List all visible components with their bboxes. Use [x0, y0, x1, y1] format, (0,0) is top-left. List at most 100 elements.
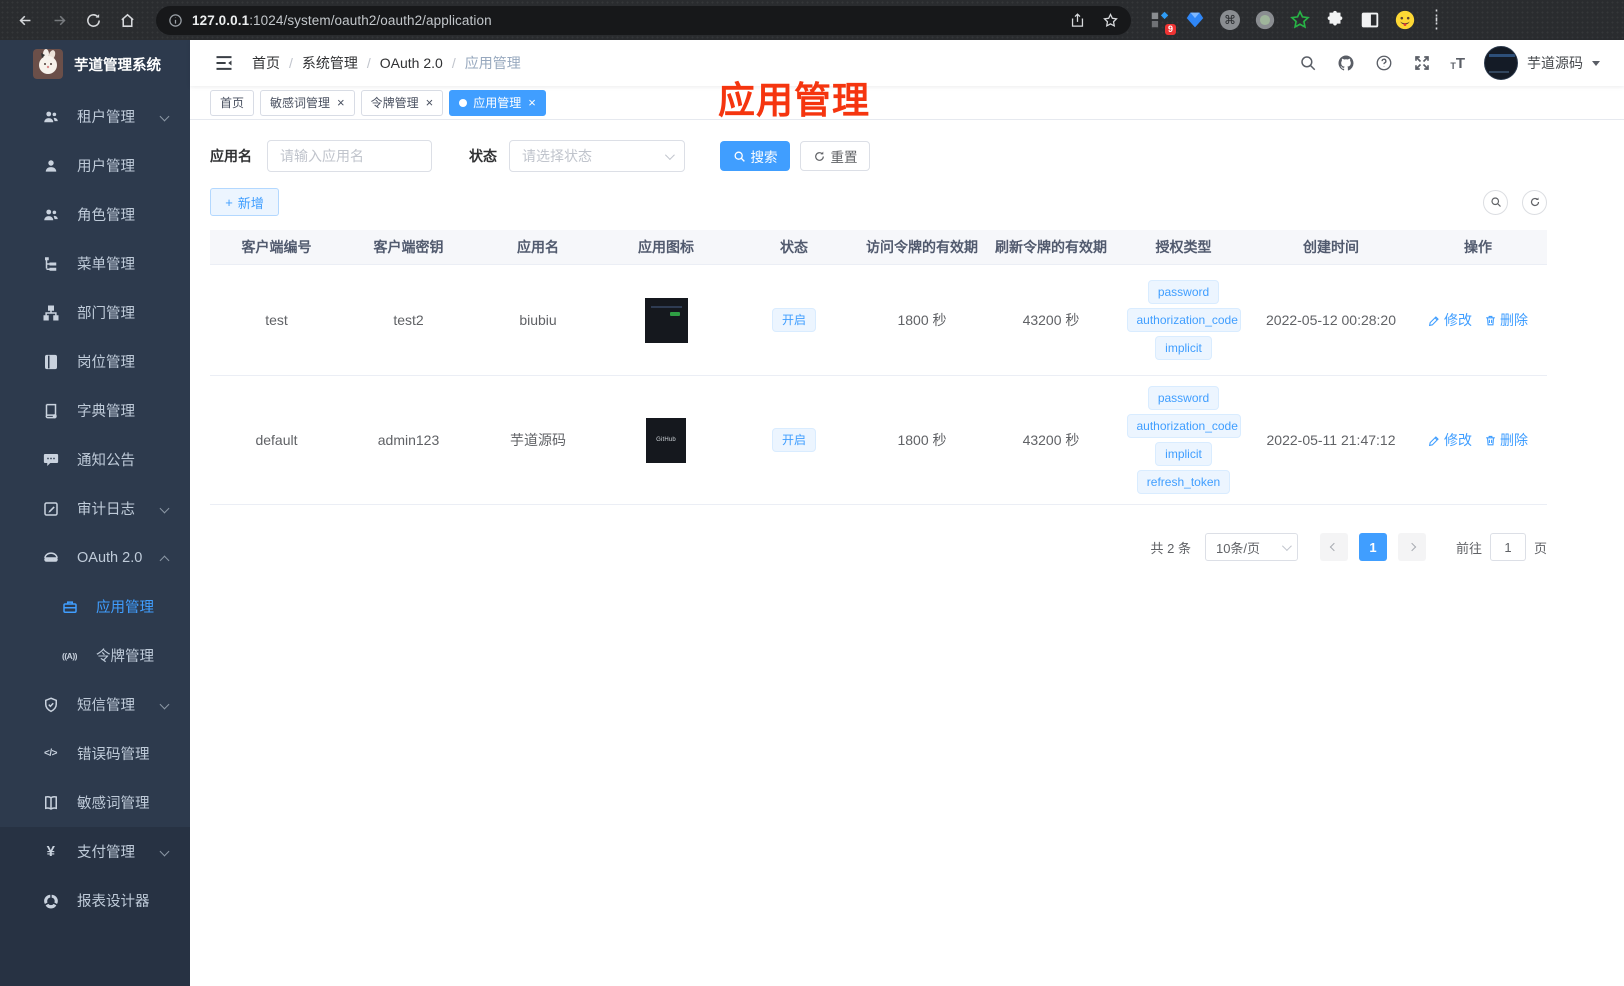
search-icon[interactable] [1298, 54, 1317, 73]
delete-link[interactable]: 删除 [1484, 430, 1528, 450]
goto-page-input[interactable] [1489, 533, 1526, 561]
dict-icon [41, 401, 60, 420]
column-header: 刷新令牌的有效期 [995, 239, 1107, 255]
tab-app[interactable]: 应用管理 × [449, 89, 546, 116]
page-size-select[interactable]: 10条/页 [1204, 533, 1298, 561]
page-number-current[interactable]: 1 [1358, 533, 1387, 561]
sidebar-item-report[interactable]: 报表设计器 [0, 876, 190, 925]
table-header-row: 客户端编号 客户端密钥 应用名 应用图标 状态 访问令牌的有效期 刷新令牌的有效期 授权类型 创… [210, 230, 1547, 265]
browser-reload-icon[interactable] [78, 5, 108, 35]
chevron-down-icon [159, 503, 170, 514]
status-select[interactable]: 请选择状态 [509, 140, 685, 172]
app-icon-github: GitHub [646, 417, 686, 463]
app-name-input[interactable] [267, 140, 432, 172]
trash-icon [1486, 435, 1495, 445]
prev-page-button[interactable] [1319, 533, 1348, 561]
cell-app-icon [602, 265, 730, 375]
sidebar-item-label: 字典管理 [77, 404, 135, 420]
browser-menu-icon[interactable]: ⋮ ⋮ [1429, 8, 1444, 31]
breadcrumb-item[interactable]: 系统管理 [302, 53, 358, 73]
extension-record-icon[interactable] [1254, 9, 1276, 31]
sidebar-item-errcode[interactable]: </> 错误码管理 [0, 729, 190, 778]
profile-avatar-icon[interactable] [1394, 9, 1416, 31]
status-tag: 开启 [771, 428, 816, 452]
sidebar-item-dict[interactable]: 字典管理 [0, 386, 190, 435]
tab-home[interactable]: 首页 [210, 89, 255, 116]
column-header: 创建时间 [1303, 239, 1359, 255]
side-panel-icon[interactable] [1359, 9, 1381, 31]
chevron-left-icon [1329, 542, 1339, 552]
add-button[interactable]: + 新增 [210, 188, 279, 216]
collapse-sidebar-icon[interactable] [214, 53, 234, 73]
cell-create-time: 2022-05-12 00:28:20 [1266, 312, 1396, 328]
address-bar[interactable]: 127.0.0.1:1024/system/oauth2/oauth2/appl… [156, 5, 1131, 35]
sidebar-item-pay[interactable]: ¥ 支付管理 [0, 827, 190, 876]
close-icon[interactable]: × [528, 96, 536, 109]
extension-grid-icon[interactable]: 9 [1149, 9, 1176, 35]
extension-gem-icon[interactable] [1184, 9, 1206, 31]
sidebar-item-user[interactable]: 用户管理 [0, 141, 190, 190]
app-icon-screenshot [644, 297, 688, 343]
breadcrumb-item[interactable]: 首页 [252, 53, 280, 73]
toggle-search-button[interactable] [1483, 189, 1508, 215]
sidebar-item-menu[interactable]: 菜单管理 [0, 239, 190, 288]
tab-token[interactable]: 令牌管理 × [360, 89, 444, 116]
next-page-button[interactable] [1397, 533, 1426, 561]
browser-home-icon[interactable] [112, 5, 142, 35]
sidebar-item-label: 用户管理 [77, 159, 135, 175]
breadcrumb: 首页 / 系统管理 / OAuth 2.0/应用管理 [252, 53, 521, 73]
extension-star-icon[interactable] [1289, 9, 1311, 31]
sidebar-item-sensitive[interactable]: 敏感词管理 [0, 778, 190, 827]
cell-create-time: 2022-05-11 21:47:12 [1266, 432, 1396, 448]
sidebar-menu-lower: ¥ 支付管理 报表设计器 [0, 827, 190, 986]
app-title: 芋道管理系统 [74, 57, 161, 74]
breadcrumb-item[interactable]: OAuth 2.0 [380, 55, 443, 71]
browser-back-icon[interactable] [10, 5, 40, 35]
sidebar-item-role[interactable]: 角色管理 [0, 190, 190, 239]
user-dropdown[interactable]: 芋道源码 [1484, 46, 1600, 80]
site-info-icon[interactable] [168, 13, 183, 28]
sidebar-item-label: 敏感词管理 [77, 796, 150, 812]
cell-actions: 修改 删除 [1411, 385, 1545, 495]
extension-puzzle-icon[interactable] [1324, 9, 1346, 31]
help-icon[interactable] [1374, 54, 1393, 73]
sidebar-item-tenant[interactable]: 租户管理 [0, 92, 190, 141]
cell-refresh-token-validity: 43200 秒 [1022, 432, 1080, 448]
cell-status: 开启 [730, 385, 858, 495]
notice-icon [41, 450, 60, 469]
sidebar-item-oauth2[interactable]: OAuth 2.0 [0, 533, 190, 582]
cell-refresh-token-validity: 43200 秒 [1022, 312, 1080, 328]
share-icon[interactable] [1069, 12, 1086, 29]
chevron-down-icon [1592, 60, 1600, 66]
browser-chrome: 127.0.0.1:1024/system/oauth2/oauth2/appl… [0, 0, 1624, 40]
edit-link[interactable]: 修改 [1428, 430, 1472, 450]
sidebar-item-sms[interactable]: 短信管理 [0, 680, 190, 729]
fullscreen-icon[interactable] [1412, 54, 1431, 73]
extension-command-icon[interactable]: ⌘ [1219, 9, 1241, 31]
sidebar-item-audit-log[interactable]: 审计日志 [0, 484, 190, 533]
errcode-icon: </> [44, 748, 57, 759]
refresh-table-button[interactable] [1522, 189, 1547, 215]
sidebar-item-label: 短信管理 [77, 698, 135, 714]
app-logo[interactable]: 芋道管理系统 [0, 40, 190, 88]
column-header: 操作 [1464, 239, 1492, 255]
cell-app-name: 芋道源码 [510, 432, 566, 448]
bookmark-star-icon[interactable] [1102, 12, 1119, 29]
sidebar-item-notice[interactable]: 通知公告 [0, 435, 190, 484]
font-size-icon[interactable]: TT [1450, 56, 1465, 71]
sidebar-item-oauth2-app[interactable]: 应用管理 [0, 582, 190, 631]
reset-button[interactable]: 重置 [800, 141, 870, 171]
browser-forward-icon[interactable] [44, 5, 74, 35]
app-name-label: 应用名 [210, 148, 252, 164]
close-icon[interactable]: × [337, 96, 345, 109]
edit-link[interactable]: 修改 [1428, 310, 1472, 330]
delete-link[interactable]: 删除 [1484, 310, 1528, 330]
github-icon[interactable] [1336, 54, 1355, 73]
close-icon[interactable]: × [426, 96, 434, 109]
cell-grant-types: password authorization_code implicit refres… [1116, 376, 1251, 504]
sidebar-item-dept[interactable]: 部门管理 [0, 288, 190, 337]
sidebar-item-oauth2-token[interactable]: ((A)) 令牌管理 [0, 631, 190, 680]
tab-sensitive[interactable]: 敏感词管理 × [260, 89, 355, 116]
search-button[interactable]: 搜索 [720, 141, 790, 171]
sidebar-item-post[interactable]: 岗位管理 [0, 337, 190, 386]
